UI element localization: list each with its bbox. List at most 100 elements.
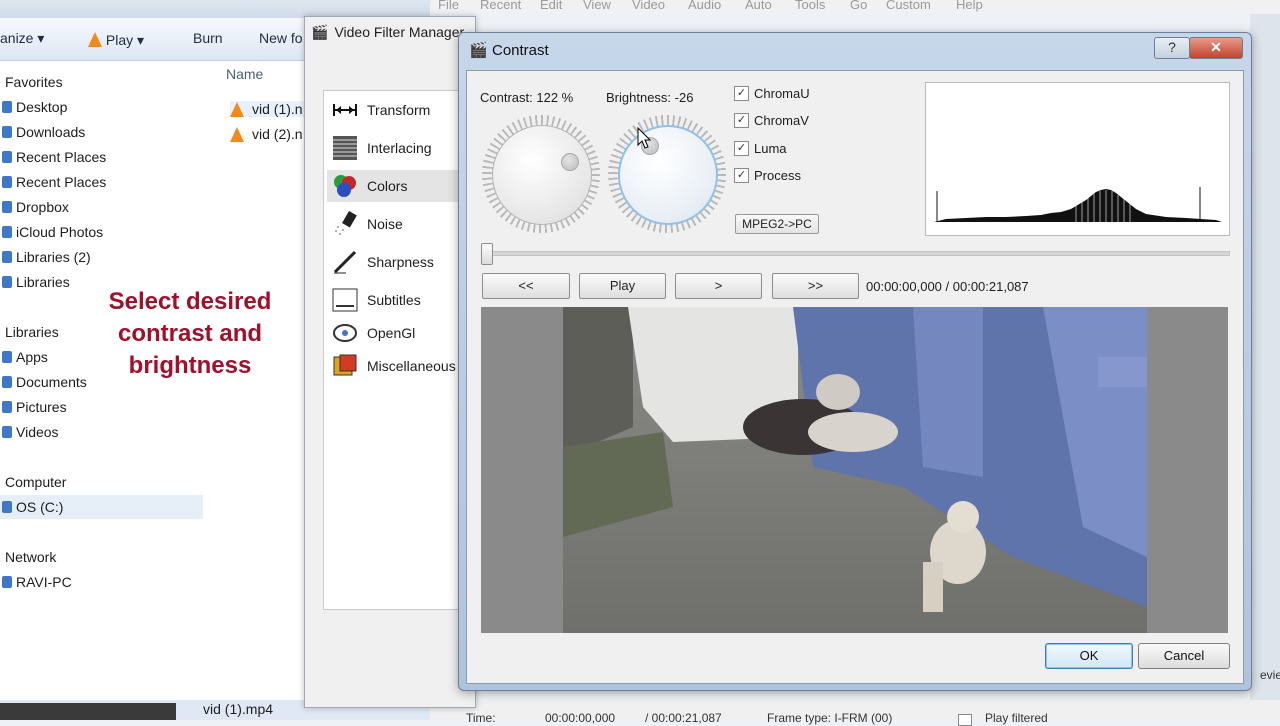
rewind-button[interactable]: << <box>482 273 570 299</box>
annotation-line: contrast and <box>117 320 263 347</box>
vlc-cone-icon <box>230 127 244 142</box>
favorites-header[interactable]: Favorites <box>5 74 63 90</box>
video-thumbnail[interactable] <box>0 703 176 720</box>
nav-item-recent-places[interactable]: Recent Places <box>2 149 106 165</box>
library-icon <box>2 251 12 263</box>
category-miscellaneous[interactable]: Miscellaneous <box>367 358 456 374</box>
drive-icon <box>2 501 12 513</box>
category-opengl[interactable]: OpenGl <box>367 325 415 341</box>
new-folder-button[interactable]: New fo <box>259 30 303 46</box>
libraries-header[interactable]: Libraries <box>5 324 59 340</box>
nav-item-downloads[interactable]: Downloads <box>2 124 85 140</box>
process-checkbox[interactable]: ✓ <box>734 168 749 183</box>
library-icon <box>2 276 12 288</box>
time-label: Time: <box>466 711 496 725</box>
menu-help[interactable]: Help <box>956 0 983 12</box>
menu-view[interactable]: View <box>583 0 611 12</box>
time-display: 00:00:00,000 / 00:00:21,087 <box>866 279 1029 294</box>
vlc-cone-icon <box>88 32 102 47</box>
nav-item-dropbox[interactable]: Dropbox <box>2 199 69 215</box>
fast-forward-button[interactable]: >> <box>772 273 859 299</box>
menu-recent[interactable]: Recent <box>480 0 521 12</box>
nav-item-recent-places[interactable]: Recent Places <box>2 174 106 190</box>
play-filtered-label: Play filtered <box>985 711 1048 725</box>
category-sharpness[interactable]: Sharpness <box>367 254 434 270</box>
annotation-line: Select desired <box>108 288 272 315</box>
folder-icon <box>2 176 12 188</box>
contrast-knob[interactable] <box>492 125 592 225</box>
ok-button[interactable]: OK <box>1045 643 1133 669</box>
chromav-label: ChromaV <box>754 113 809 128</box>
dialog-title: Contrast <box>492 42 549 59</box>
interlacing-icon <box>332 135 358 161</box>
nav-item-ravi-pc[interactable]: RAVI-PC <box>2 574 72 590</box>
folder-icon <box>2 151 12 163</box>
close-button[interactable]: ✕ <box>1189 37 1243 59</box>
cancel-button[interactable]: Cancel <box>1138 643 1230 669</box>
histogram <box>925 82 1230 236</box>
nav-item-videos[interactable]: Videos <box>2 424 59 440</box>
nav-item-desktop[interactable]: Desktop <box>2 99 67 115</box>
avidemux-menubar: File Recent Edit View Video Audio Auto T… <box>430 0 1280 14</box>
vlc-cone-icon <box>230 102 244 117</box>
chromau-checkbox[interactable]: ✓ <box>734 86 749 101</box>
file-name-label: vid (1).mp4 <box>203 701 274 717</box>
computer-header[interactable]: Computer <box>5 474 66 490</box>
chromav-checkbox[interactable]: ✓ <box>734 113 749 128</box>
column-header-name[interactable]: Name <box>226 66 263 82</box>
sharpness-icon <box>332 249 358 275</box>
category-noise[interactable]: Noise <box>367 216 403 232</box>
histogram-graph <box>934 187 1222 222</box>
play-filtered-checkbox[interactable] <box>958 714 972 726</box>
menu-edit[interactable]: Edit <box>540 0 562 12</box>
category-transform[interactable]: Transform <box>367 102 430 118</box>
category-colors[interactable]: Colors <box>367 178 407 194</box>
nav-item-libraries[interactable]: Libraries <box>2 274 70 290</box>
category-subtitles[interactable]: Subtitles <box>367 292 421 308</box>
play-button[interactable]: Play <box>579 273 666 299</box>
menu-auto[interactable]: Auto <box>745 0 772 12</box>
chromau-label: ChromaU <box>754 86 810 101</box>
filter-category-list <box>323 90 460 610</box>
burn-button[interactable]: Burn <box>193 30 223 46</box>
nav-item-libraries-2[interactable]: Libraries (2) <box>2 249 91 265</box>
luma-checkbox[interactable]: ✓ <box>734 141 749 156</box>
brightness-knob[interactable] <box>618 125 718 225</box>
current-time: 00:00:00,000 <box>545 711 616 725</box>
total-time: / 00:00:21,087 <box>645 711 722 725</box>
help-button[interactable]: ? <box>1154 37 1190 59</box>
documents-icon <box>2 376 12 388</box>
subtitles-icon <box>332 287 358 313</box>
category-interlacing[interactable]: Interlacing <box>367 140 432 156</box>
nav-item-icloud-photos[interactable]: iCloud Photos <box>2 224 103 240</box>
menu-video[interactable]: Video <box>632 0 665 12</box>
mpeg2-to-pc-button[interactable]: MPEG2->PC <box>735 214 819 234</box>
nav-item-pictures[interactable]: Pictures <box>2 399 67 415</box>
timeline-track[interactable] <box>481 251 1230 256</box>
network-header[interactable]: Network <box>5 549 56 565</box>
folder-icon <box>2 101 12 113</box>
nav-item-os-c[interactable]: OS (C:) <box>2 499 63 515</box>
nav-item-apps[interactable]: Apps <box>2 349 48 365</box>
play-button[interactable]: Play ▾ <box>88 30 144 49</box>
menu-custom[interactable]: Custom <box>886 0 931 12</box>
computer-icon <box>2 576 12 588</box>
menu-file[interactable]: File <box>438 0 459 12</box>
nav-item-documents[interactable]: Documents <box>2 374 87 390</box>
avidemux-side-panel <box>1250 14 1280 714</box>
menu-go[interactable]: Go <box>850 0 867 12</box>
instruction-annotation: Select desired contrast and brightness <box>90 286 290 382</box>
filter-manager-title: 🎬 Video Filter Manager <box>311 24 465 40</box>
timeline-slider-handle[interactable] <box>481 243 493 265</box>
file-row[interactable]: vid (2).n <box>230 126 303 142</box>
folder-icon <box>2 226 12 238</box>
folder-icon <box>2 126 12 138</box>
transform-icon <box>332 97 358 123</box>
miscellaneous-icon <box>332 353 358 379</box>
frame-type: Frame type: I-FRM (00) <box>767 711 893 725</box>
organize-button[interactable]: anize ▾ <box>0 30 44 47</box>
next-frame-button[interactable]: > <box>675 273 762 299</box>
menu-audio[interactable]: Audio <box>688 0 721 12</box>
menu-tools[interactable]: Tools <box>795 0 825 12</box>
brightness-readout: Brightness: -26 <box>606 90 694 105</box>
